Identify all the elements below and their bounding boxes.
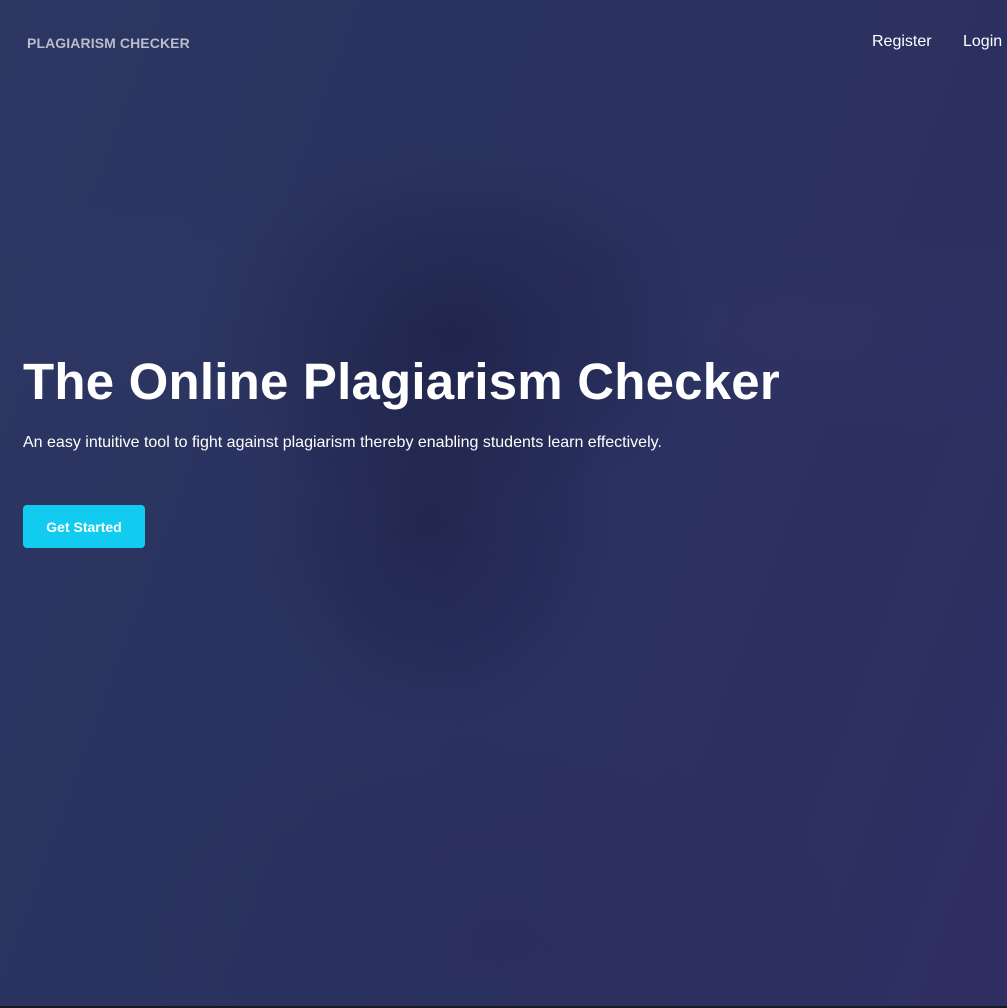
hero-section: PLAGIARISM CHECKER Register Login The On… xyxy=(0,0,1007,1008)
hero-subtitle: An easy intuitive tool to fight against … xyxy=(23,434,662,451)
hero-overlay xyxy=(0,0,1007,1006)
brand-logo[interactable]: PLAGIARISM CHECKER xyxy=(27,35,190,51)
nav-login-link[interactable]: Login xyxy=(963,33,1002,51)
nav-register-link[interactable]: Register xyxy=(872,33,932,51)
get-started-button[interactable]: Get Started xyxy=(23,505,145,548)
hero-title: The Online Plagiarism Checker xyxy=(23,353,780,410)
navbar: PLAGIARISM CHECKER Register Login xyxy=(0,0,1007,86)
